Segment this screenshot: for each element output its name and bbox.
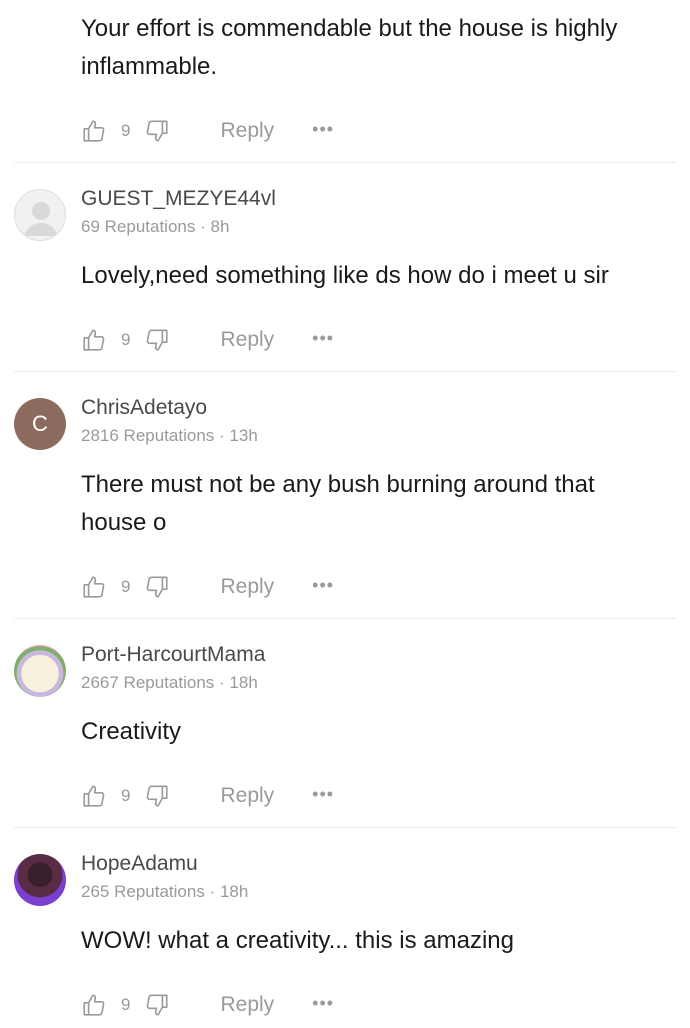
comment-username[interactable]: HopeAdamu [81, 852, 198, 876]
comment-text: Your effort is commendable but the house… [81, 15, 618, 80]
thumbs-down-icon[interactable] [144, 783, 170, 809]
more-options-icon[interactable]: ••• [312, 576, 334, 594]
like-count: 9 [121, 330, 131, 349]
reply-button[interactable]: Reply [220, 784, 274, 808]
comment-username[interactable]: ChrisAdetayo [81, 396, 207, 420]
comment-meta: 69 Reputations · 8h [81, 217, 230, 236]
thumbs-down-icon[interactable] [144, 574, 170, 600]
comment-username[interactable]: Port-HarcourtMama [81, 643, 265, 667]
comments-page: Your effort is commendable but the house… [0, 0, 690, 1024]
thumbs-up-icon[interactable] [81, 783, 107, 809]
thumbs-up-icon[interactable] [81, 574, 107, 600]
thumbs-down-icon[interactable] [144, 327, 170, 353]
comment-item: Your effort is commendable but the house… [14, 0, 676, 163]
comment-actions: 9 Reply ••• [81, 116, 334, 146]
reply-button[interactable]: Reply [220, 328, 274, 352]
comment-actions: 9 Reply ••• [81, 781, 334, 811]
more-options-icon[interactable]: ••• [312, 329, 334, 347]
thumbs-up-icon[interactable] [81, 118, 107, 144]
reply-button[interactable]: Reply [220, 119, 274, 143]
comment-meta: 2667 Reputations · 18h [81, 673, 258, 692]
comment-item: C ChrisAdetayo 2816 Reputations · 13h Th… [14, 372, 676, 619]
comment-meta: 2816 Reputations · 13h [81, 426, 258, 445]
comment-item: GUEST_MEZYE44vl 69 Reputations · 8h Love… [14, 163, 676, 372]
comment-text: Creativity [81, 718, 182, 745]
avatar[interactable] [14, 645, 66, 697]
comment-actions: 9 Reply ••• [81, 325, 334, 355]
more-options-icon[interactable]: ••• [312, 785, 334, 803]
thumbs-up-icon[interactable] [81, 992, 107, 1018]
thumbs-down-icon[interactable] [144, 118, 170, 144]
default-avatar-icon[interactable] [14, 189, 66, 241]
more-options-icon[interactable]: ••• [312, 120, 334, 138]
like-count: 9 [121, 121, 131, 140]
reply-button[interactable]: Reply [220, 575, 274, 599]
reply-button[interactable]: Reply [220, 993, 274, 1017]
thumbs-down-icon[interactable] [144, 992, 170, 1018]
comment-text: Lovely,need something like ds how do i m… [81, 262, 609, 289]
like-count: 9 [121, 995, 131, 1014]
comment-actions: 9 Reply ••• [81, 572, 334, 602]
comment-username[interactable]: GUEST_MEZYE44vl [81, 187, 276, 211]
thumbs-up-icon[interactable] [81, 327, 107, 353]
like-count: 9 [121, 786, 131, 805]
more-options-icon[interactable]: ••• [312, 994, 334, 1012]
like-count: 9 [121, 577, 131, 596]
avatar[interactable]: C [14, 398, 66, 450]
avatar[interactable] [14, 854, 66, 906]
comment-meta: 265 Reputations · 18h [81, 882, 249, 901]
comment-item: HopeAdamu 265 Reputations · 18h WOW! wha… [14, 828, 676, 1028]
comment-text: There must not be any bush burning aroun… [81, 471, 595, 536]
comment-text: WOW! what a creativity... this is amazin… [81, 927, 514, 954]
comment-actions: 9 Reply ••• [81, 990, 334, 1020]
comment-item: Port-HarcourtMama 2667 Reputations · 18h… [14, 619, 676, 828]
